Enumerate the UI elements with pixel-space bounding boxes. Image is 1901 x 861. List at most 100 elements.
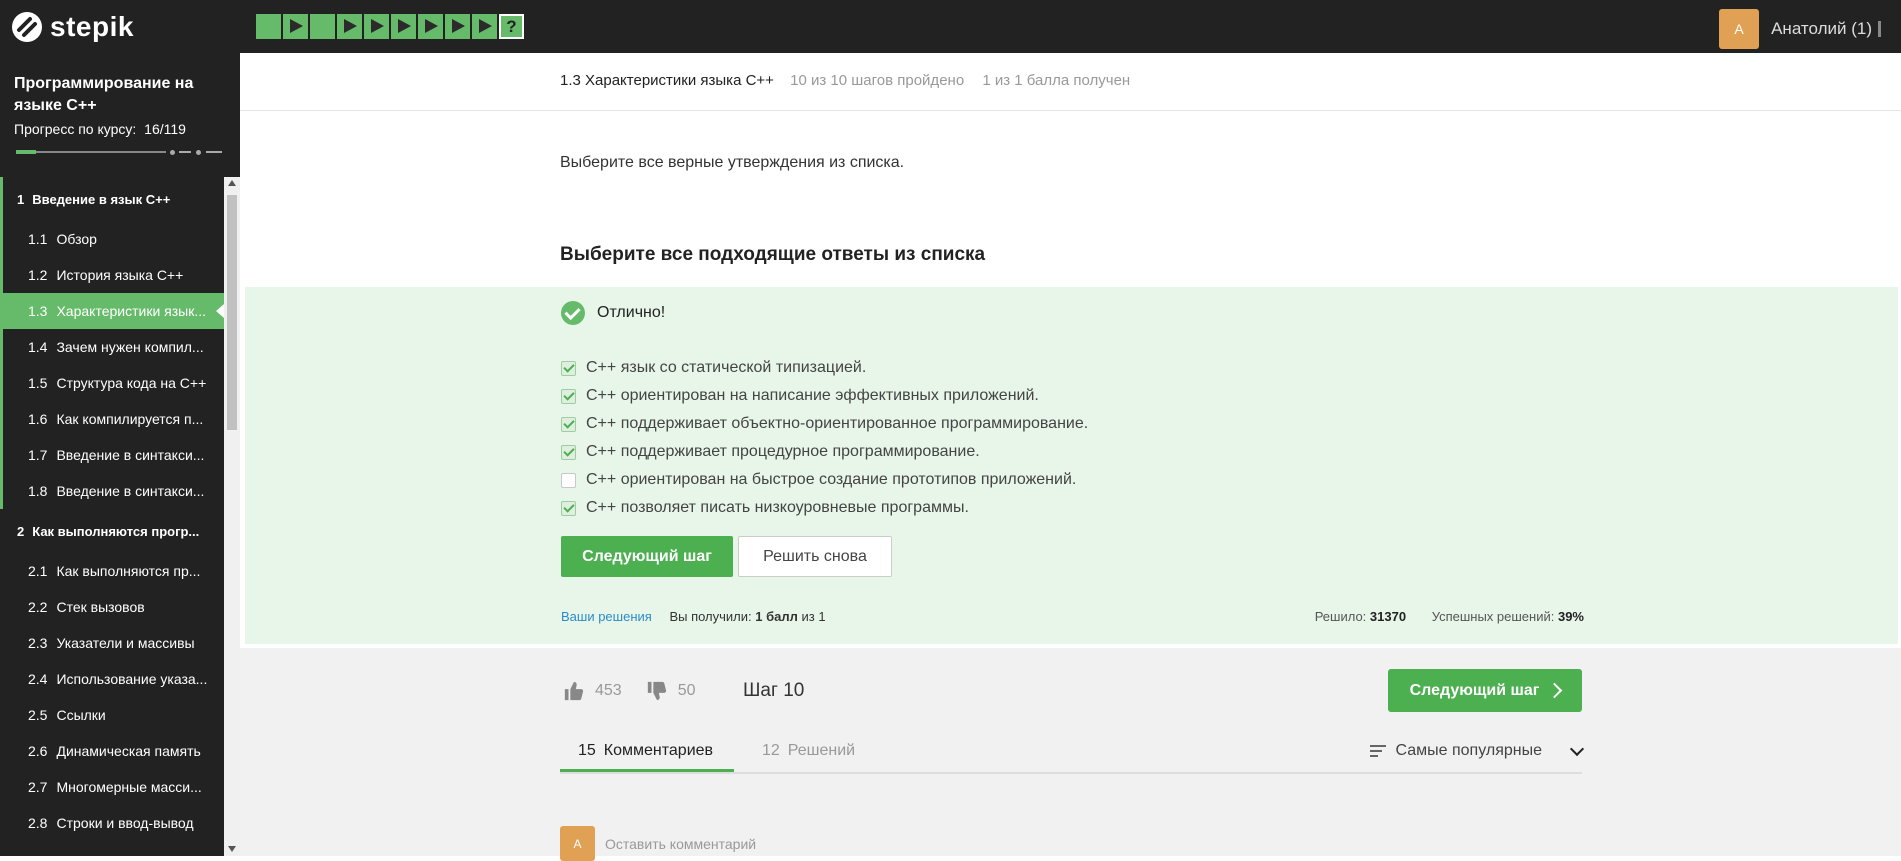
table-of-contents: 1 Введение в язык C++ 1.1 Обзор 1.2 История я… <box>0 177 224 841</box>
sort-dropdown[interactable]: Самые популярные <box>1369 741 1585 760</box>
toc-lesson[interactable]: 1.4 Зачем нужен компил... <box>0 329 224 365</box>
step-8-video[interactable] <box>445 14 470 39</box>
toc-lesson[interactable]: 2.4 Использование указа... <box>0 661 224 697</box>
step-5-video[interactable] <box>364 14 389 39</box>
toc-lesson[interactable]: 1.1 Обзор <box>0 221 224 257</box>
toc-lesson[interactable]: 2.3 Указатели и массивы <box>0 625 224 661</box>
toc-section[interactable]: 2 Как выполняются прогр... <box>0 509 224 553</box>
option-checkbox[interactable] <box>561 500 576 516</box>
retry-button[interactable]: Решить снова <box>738 536 892 577</box>
toc-lesson[interactable]: 2.6 Динамическая память <box>0 733 224 769</box>
answer-option[interactable]: C++ поддерживает объектно-ориентированно… <box>561 410 1088 438</box>
scroll-down-arrow[interactable] <box>228 846 236 852</box>
toc-label: Структура кода на C++ <box>56 375 207 391</box>
option-checkbox[interactable] <box>561 444 576 460</box>
answer-option[interactable]: C++ ориентирован на написание эффективны… <box>561 382 1088 410</box>
toc-lesson[interactable]: 1.3 Характеристики язык... <box>0 293 224 329</box>
toc-lesson[interactable]: 1.2 История языка C++ <box>0 257 224 293</box>
received-label: Вы получили: <box>669 609 752 624</box>
tab-solutions[interactable]: 12 Решений <box>762 742 855 772</box>
next-step-button[interactable]: Следующий шаг <box>561 536 733 577</box>
toc-number: 1.5 <box>28 375 48 391</box>
answer-option[interactable]: C++ позволяет писать низкоуровневые прог… <box>561 494 1088 522</box>
play-icon <box>452 19 465 33</box>
chevron-right-icon <box>1547 682 1563 699</box>
received-value: 1 балл <box>755 609 798 624</box>
option-checkbox[interactable] <box>561 416 576 432</box>
solved-label: Решило: <box>1314 609 1367 624</box>
result-status: Отлично! <box>561 301 665 325</box>
next-step-button-bottom[interactable]: Следующий шаг <box>1388 669 1582 712</box>
option-checkbox[interactable] <box>561 360 576 376</box>
your-solutions-link[interactable]: Ваши решения <box>561 609 652 624</box>
toc-label: Указатели и массивы <box>56 635 195 651</box>
toc-lesson[interactable]: 1.6 Как компилируется п... <box>0 401 224 437</box>
dislikes-count: 50 <box>677 682 696 699</box>
next-step-label: Следующий шаг <box>1409 681 1540 699</box>
toc-label: История языка C++ <box>56 267 184 283</box>
comment-placeholder[interactable]: Оставить комментарий <box>605 836 756 852</box>
play-icon <box>344 19 357 33</box>
sidebar-scrollbar[interactable] <box>224 177 240 856</box>
option-checkbox[interactable] <box>561 472 576 488</box>
toc-label: Стек вызовов <box>56 599 145 615</box>
option-label: C++ язык со статической типизацией. <box>586 359 867 376</box>
toc-number: 2.8 <box>28 815 48 831</box>
course-progress-bar <box>16 150 226 155</box>
thumbs-up-icon[interactable] <box>563 680 585 702</box>
toc-label: Введение в язык C++ <box>32 191 171 207</box>
scroll-thumb[interactable] <box>227 195 237 430</box>
answer-option[interactable]: C++ язык со статической типизацией. <box>561 354 1088 382</box>
toc-lesson[interactable]: 1.5 Структура кода на C++ <box>0 365 224 401</box>
answer-option[interactable]: C++ поддерживает процедурное программиро… <box>561 438 1088 466</box>
toc-label: Динамическая память <box>56 743 201 759</box>
option-checkbox[interactable] <box>561 388 576 404</box>
step-2-video[interactable] <box>283 14 308 39</box>
toc-lesson[interactable]: 2.7 Многомерные масси... <box>0 769 224 805</box>
discussion-tabs: 15 Комментариев 12 Решений Самые популярны… <box>560 740 1585 774</box>
toc-number: 2.3 <box>28 635 48 651</box>
question-icon: ? <box>506 17 517 36</box>
toc-lesson[interactable]: 1.7 Введение в синтакси... <box>0 437 224 473</box>
scroll-indicator <box>1878 21 1881 37</box>
stepik-logo[interactable]: stepik <box>10 10 134 44</box>
toc-lesson[interactable]: 1.8 Введение в синтакси... <box>0 473 224 509</box>
step-7-video[interactable] <box>418 14 443 39</box>
tab-comments[interactable]: 15 Комментариев <box>560 742 734 772</box>
question-title: Выберите все подходящие ответы из списка <box>560 244 986 265</box>
toc-number: 2.6 <box>28 743 48 759</box>
toc-label: Как выполняются пр... <box>56 563 201 579</box>
user-name[interactable]: Анатолий (1) <box>1771 19 1872 39</box>
scroll-up-arrow[interactable] <box>228 180 236 186</box>
task-text: Выберите все верные утверждения из списк… <box>560 154 905 171</box>
toc-lesson[interactable]: 2.1 Как выполняются пр... <box>0 553 224 589</box>
play-icon <box>425 19 438 33</box>
user-avatar[interactable]: A <box>1719 9 1760 49</box>
toc-lesson[interactable]: 2.8 Строки и ввод-вывод <box>0 805 224 841</box>
lesson-title: 1.3 Характеристики языка C++ <box>560 72 774 89</box>
course-sidebar: Программирование на языке C++ Прогресс п… <box>0 53 240 856</box>
play-icon <box>371 19 384 33</box>
progress-dash <box>179 151 191 153</box>
step-10-quiz[interactable]: ? <box>499 14 524 39</box>
step-4-video[interactable] <box>337 14 362 39</box>
toc-number: 1.3 <box>28 303 48 319</box>
chevron-down-icon <box>1569 741 1585 757</box>
answer-option[interactable]: C++ ориентирован на быстрое создание про… <box>561 466 1088 494</box>
toc-label: Обзор <box>56 231 97 247</box>
toc-number: 2.2 <box>28 599 48 615</box>
thumbs-down-icon[interactable] <box>646 680 668 702</box>
step-1-text[interactable] <box>256 14 281 39</box>
step-6-video[interactable] <box>391 14 416 39</box>
toc-lesson[interactable]: 2.2 Стек вызовов <box>0 589 224 625</box>
toc-section[interactable]: 1 Введение в язык C++ <box>0 177 224 221</box>
play-icon <box>398 19 411 33</box>
toc-label: Введение в синтакси... <box>56 483 205 499</box>
step-3-text[interactable] <box>310 14 335 39</box>
progress-value: 16/119 <box>144 121 186 137</box>
user-menu[interactable]: A Анатолий (1) <box>1719 9 1881 49</box>
solutions-count: 12 <box>762 742 780 759</box>
step-9-video[interactable] <box>472 14 497 39</box>
course-title[interactable]: Программирование на языке C++ <box>14 73 214 117</box>
toc-lesson[interactable]: 2.5 Ссылки <box>0 697 224 733</box>
